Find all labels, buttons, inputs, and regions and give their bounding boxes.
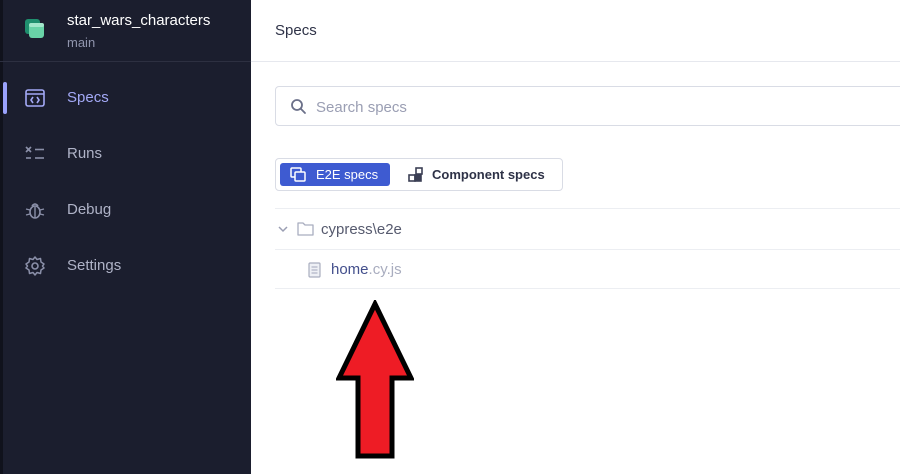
page-title: Specs (275, 22, 317, 39)
red-up-arrow-icon (336, 300, 414, 459)
sidebar-item-label: Debug (67, 201, 112, 218)
sidebar-item-debug[interactable]: Debug (0, 190, 251, 230)
project-header[interactable]: star_wars_characters main (0, 0, 251, 62)
sidebar: star_wars_characters main Specs Runs Deb… (0, 0, 251, 474)
e2e-specs-button[interactable]: E2E specs (280, 163, 390, 186)
component-blocks-icon (408, 167, 423, 182)
project-icon (25, 19, 44, 38)
runs-list-icon (25, 146, 44, 159)
sidebar-edge (0, 0, 3, 474)
folder-label: cypress\e2e (321, 221, 402, 238)
testing-type-toggle: E2E specs Component specs (275, 158, 563, 191)
component-specs-button[interactable]: Component specs (398, 163, 558, 186)
chevron-down-icon (278, 226, 288, 233)
search-icon (291, 99, 306, 114)
divider (275, 208, 900, 209)
project-name: star_wars_characters (67, 12, 211, 29)
code-icon (25, 89, 45, 107)
search-input[interactable] (316, 95, 876, 119)
top-bar: Specs (251, 0, 900, 62)
active-indicator (3, 82, 7, 114)
sidebar-item-label: Specs (67, 89, 109, 106)
sidebar-item-specs[interactable]: Specs (0, 78, 251, 118)
bug-icon (25, 203, 45, 219)
sidebar-item-settings[interactable]: Settings (0, 246, 251, 286)
sidebar-item-runs[interactable]: Runs (0, 134, 251, 174)
search-box[interactable] (275, 86, 900, 126)
spec-file-name[interactable]: home.cy.js (331, 261, 402, 278)
spec-file-extension: .cy.js (368, 261, 402, 278)
spec-file-basename: home (331, 261, 369, 278)
project-branch: main (67, 35, 96, 50)
divider (275, 288, 900, 289)
spec-file-row[interactable]: home.cy.js (275, 250, 900, 288)
e2e-specs-label: E2E specs (316, 167, 379, 182)
folder-icon (297, 222, 314, 236)
spec-folder-row[interactable]: cypress\e2e (275, 210, 900, 248)
component-specs-label: Component specs (432, 167, 545, 182)
gear-icon (25, 256, 45, 276)
sidebar-item-label: Runs (67, 145, 103, 162)
document-icon (308, 262, 321, 278)
sidebar-item-label: Settings (67, 257, 122, 274)
e2e-window-icon (290, 167, 306, 182)
